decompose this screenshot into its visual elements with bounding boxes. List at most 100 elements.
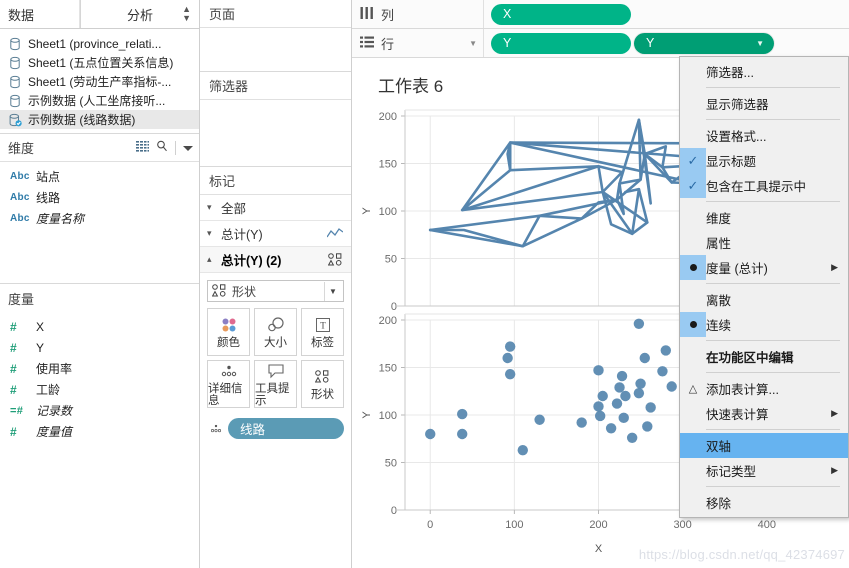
shape-button[interactable]: 形状 [301,360,344,408]
scatter-point[interactable] [616,370,628,382]
list-item[interactable]: Sheet1 (劳动生产率指标-... [0,72,199,91]
color-button-label: 颜色 [217,336,240,349]
chevron-down-icon[interactable]: ▼ [324,281,341,301]
menu-item[interactable]: ✓ 包含在工具提示中 [680,173,848,198]
scatter-point[interactable] [660,345,672,356]
menu-item[interactable]: 度量 (总计) ▶ [680,255,848,280]
color-button[interactable]: 颜色 [207,308,250,356]
scatter-point[interactable] [593,365,604,376]
number-type-icon: # [10,361,17,376]
list-item[interactable]: # Y [0,337,199,358]
chevron-down-icon[interactable]: ▼ [756,39,764,48]
grid-view-icon[interactable] [136,140,149,155]
menu-item[interactable]: 设置格式... [680,123,848,148]
list-item[interactable]: Abc 线路 [0,187,199,208]
chevron-down-icon[interactable]: ▼ [469,39,477,48]
detail-button[interactable]: 详细信息 [207,360,250,408]
label-button[interactable]: T 标签 [301,308,344,356]
scatter-point[interactable] [645,402,656,413]
scatter-point[interactable] [626,432,638,443]
menu-item[interactable]: 快速表计算 ▶ [680,401,848,426]
abc-type-icon: Abc [10,192,30,203]
menu-item[interactable]: 双轴 [680,433,848,458]
detail-pill-xianlu[interactable]: 线路 [228,418,344,439]
list-item-selected[interactable]: 示例数据 (线路数据) [0,110,199,129]
filters-dropzone[interactable] [200,100,351,166]
scatter-point[interactable] [611,398,623,409]
list-item[interactable]: Abc 站点 [0,166,199,187]
scatter-point[interactable] [576,417,587,428]
menu-item[interactable]: 移除 [680,490,848,515]
scatter-point[interactable] [593,401,604,412]
scatter-point[interactable] [517,444,528,456]
list-item[interactable]: Abc 度量名称 [0,208,199,229]
field-label: 工龄 [36,383,61,397]
scatter-point[interactable] [633,387,645,399]
pill-y-2[interactable]: Y ▼ [634,32,774,54]
list-item[interactable]: # X [0,316,199,337]
menu-item[interactable]: ✓ 显示标题 [680,148,848,173]
menu-item[interactable]: 维度 [680,205,848,230]
list-item[interactable]: =# 记录数 [0,400,199,421]
size-button[interactable]: 大小 [254,308,297,356]
scatter-point[interactable] [635,378,646,389]
marks-row-all[interactable]: ▾ 全部 [200,195,351,221]
list-item[interactable]: # 度量值 [0,421,199,442]
list-item[interactable]: # 工龄 [0,379,199,400]
scatter-point[interactable] [614,382,625,393]
mark-type-dropdown[interactable]: 形状 ▼ [207,280,344,302]
chevron-up-icon[interactable]: ▴ [207,254,221,265]
menu-item[interactable]: 属性 [680,230,848,255]
list-item[interactable]: 示例数据 (人工坐席接听... [0,91,199,110]
list-item[interactable]: # 使用率 [0,358,199,379]
menu-gutter [680,230,706,255]
scatter-point[interactable] [620,390,631,402]
search-icon[interactable] [156,140,168,155]
rows-shelf-content[interactable]: Y Y ▼ [484,29,849,57]
scatter-point[interactable] [657,366,668,377]
scatter-point[interactable] [639,352,650,364]
pill-context-menu[interactable]: 筛选器... 显示筛选器设置格式... ✓ 显示标题 ✓ 包含在工具提示中 维度 属性 度量 (… [679,56,849,518]
scatter-point[interactable] [457,408,468,420]
marks-row-sum-y-2[interactable]: ▴ 总计(Y) (2) [200,247,351,273]
scatter-point[interactable] [666,381,677,392]
pill-x[interactable]: X [491,3,631,25]
scatter-point[interactable] [618,412,629,424]
menu-item[interactable]: 连续 [680,312,848,337]
menu-item[interactable]: △ 添加表计算... [680,376,848,401]
sort-toggle-icon[interactable]: ▲ ▼ [182,5,191,23]
menu-item[interactable]: 标记类型 ▶ [680,458,848,483]
scatter-point[interactable] [597,390,608,402]
scatter-point[interactable] [457,428,468,440]
chevron-down-icon[interactable]: ▾ [207,228,221,239]
menu-item[interactable]: 显示筛选器 [680,91,848,116]
scatter-point[interactable] [534,414,545,425]
chevron-down-icon[interactable]: ▾ [207,202,221,213]
menu-item[interactable]: 在功能区中编辑 [680,344,848,369]
pages-dropzone[interactable] [200,28,351,71]
menu-item-label: 双轴 [706,440,732,454]
tab-analysis[interactable]: 分析 ▲ ▼ [80,0,199,28]
scatter-point[interactable] [504,368,516,380]
menu-item[interactable]: 筛选器... [680,59,848,84]
list-item[interactable]: Sheet1 (五点位置关系信息) [0,53,199,72]
menu-gutter [680,401,706,426]
scatter-point[interactable] [605,423,617,434]
datasource-label: 示例数据 (线路数据) [28,113,136,127]
menu-item[interactable]: 离散 [680,287,848,312]
check-icon: ✓ [680,148,706,173]
scatter-point[interactable] [425,428,436,440]
marks-row-sum-y[interactable]: ▾ 总计(Y) [200,221,351,247]
scatter-point[interactable] [504,341,516,352]
chevron-down-icon[interactable] [183,141,193,155]
scatter-point[interactable] [642,421,653,432]
list-item[interactable]: Sheet1 (province_relati... [0,34,199,53]
scatter-point[interactable] [502,352,513,364]
scatter-point[interactable] [594,410,606,422]
scatter-point[interactable] [633,318,645,329]
submenu-arrow-icon: ▶ [831,408,838,418]
pill-y-1[interactable]: Y [491,32,631,54]
tab-data[interactable]: 数据 [0,0,80,28]
columns-shelf-content[interactable]: X [484,0,849,28]
tooltip-button[interactable]: 工具提示 [254,360,297,408]
